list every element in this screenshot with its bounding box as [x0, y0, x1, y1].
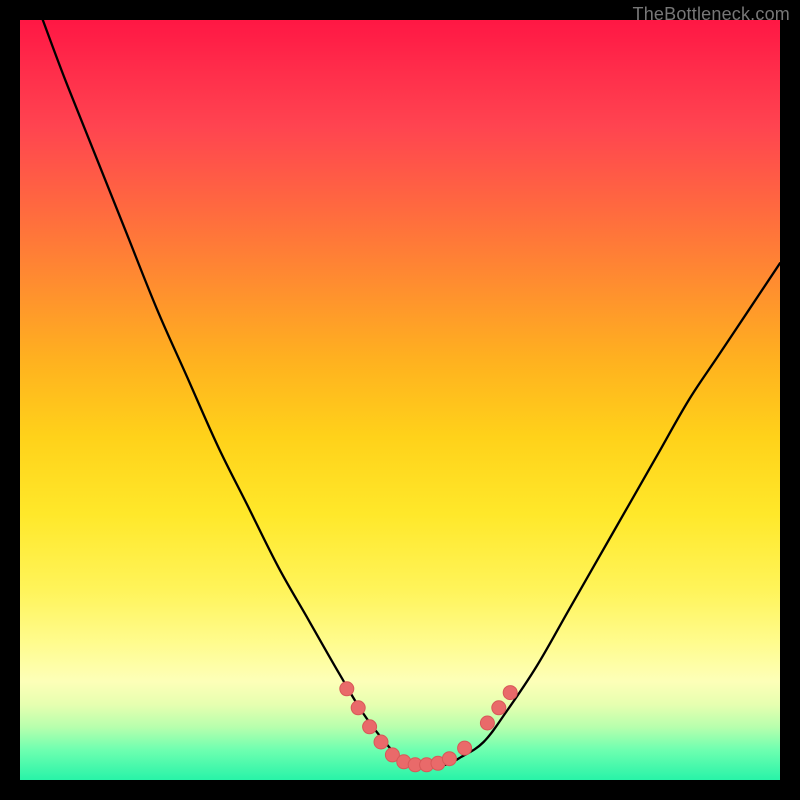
curve-marker [480, 716, 494, 730]
plot-area [20, 20, 780, 780]
curve-marker [363, 720, 377, 734]
bottleneck-curve [43, 20, 780, 765]
curve-marker [340, 682, 354, 696]
curve-marker [374, 735, 388, 749]
curve-markers [340, 682, 517, 772]
curve-layer [20, 20, 780, 780]
curve-marker [492, 701, 506, 715]
curve-marker [442, 752, 456, 766]
curve-marker [458, 741, 472, 755]
curve-marker [503, 686, 517, 700]
chart-frame: TheBottleneck.com [0, 0, 800, 800]
watermark-text: TheBottleneck.com [633, 4, 790, 25]
curve-marker [351, 701, 365, 715]
